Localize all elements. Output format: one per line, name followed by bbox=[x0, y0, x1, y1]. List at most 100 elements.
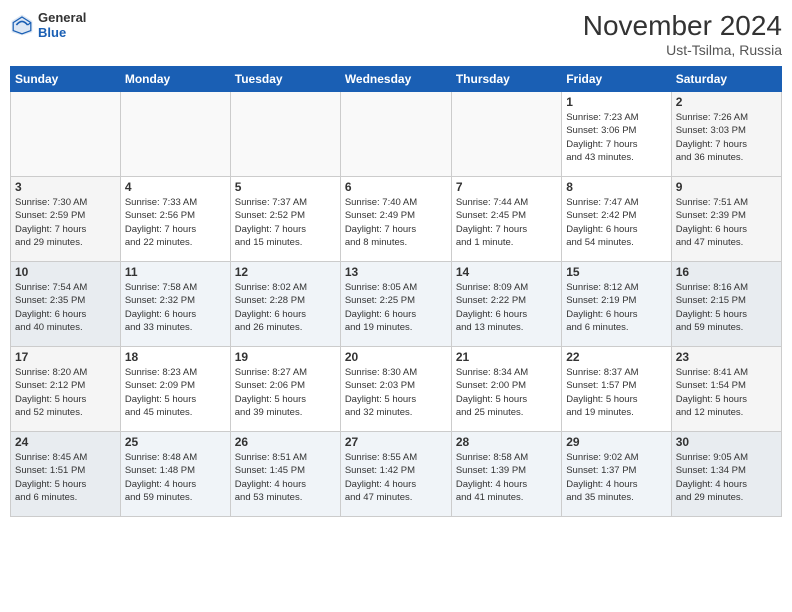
day-number: 30 bbox=[676, 435, 777, 449]
day-number: 14 bbox=[456, 265, 557, 279]
day-number: 24 bbox=[15, 435, 116, 449]
header-friday: Friday bbox=[562, 67, 671, 92]
day-number: 9 bbox=[676, 180, 777, 194]
day-number: 27 bbox=[345, 435, 447, 449]
day-info: Sunrise: 8:34 AM Sunset: 2:00 PM Dayligh… bbox=[456, 366, 557, 419]
calendar-cell-4-5: 29Sunrise: 9:02 AM Sunset: 1:37 PM Dayli… bbox=[562, 432, 671, 517]
calendar-cell-3-4: 21Sunrise: 8:34 AM Sunset: 2:00 PM Dayli… bbox=[451, 347, 561, 432]
day-number: 17 bbox=[15, 350, 116, 364]
day-info: Sunrise: 8:23 AM Sunset: 2:09 PM Dayligh… bbox=[125, 366, 226, 419]
day-info: Sunrise: 8:58 AM Sunset: 1:39 PM Dayligh… bbox=[456, 451, 557, 504]
day-info: Sunrise: 7:33 AM Sunset: 2:56 PM Dayligh… bbox=[125, 196, 226, 249]
calendar-cell-1-1: 4 Sunrise: 7:33 AM Sunset: 2:56 PM Daylig… bbox=[120, 177, 230, 262]
day-info: Sunrise: 7:40 AM Sunset: 2:49 PM Dayligh… bbox=[345, 196, 447, 249]
day-number: 22 bbox=[566, 350, 666, 364]
calendar-cell-2-3: 13 Sunrise: 8:05 AM Sunset: 2:25 PM Dayli… bbox=[340, 262, 451, 347]
day-info: Sunrise: 8:09 AM Sunset: 2:22 PM Dayligh… bbox=[456, 281, 557, 334]
calendar-cell-0-0 bbox=[11, 92, 121, 177]
day-info: Sunrise: 8:37 AM Sunset: 1:57 PM Dayligh… bbox=[566, 366, 666, 419]
day-number: 4 bbox=[125, 180, 226, 194]
day-info: Sunrise: 8:45 AM Sunset: 1:51 PM Dayligh… bbox=[15, 451, 116, 504]
day-number: 7 bbox=[456, 180, 557, 194]
calendar-cell-4-1: 25Sunrise: 8:48 AM Sunset: 1:48 PM Dayli… bbox=[120, 432, 230, 517]
calendar-cell-4-4: 28 Sunrise: 8:58 AM Sunset: 1:39 PM Dayli… bbox=[451, 432, 561, 517]
header-wednesday: Wednesday bbox=[340, 67, 451, 92]
day-info: Sunrise: 7:26 AM Sunset: 3:03 PM Dayligh… bbox=[676, 111, 777, 164]
day-number: 11 bbox=[125, 265, 226, 279]
calendar-row-0: 1 Sunrise: 7:23 AM Sunset: 3:06 PM Daylig… bbox=[11, 92, 782, 177]
calendar-cell-4-3: 27 Sunrise: 8:55 AM Sunset: 1:42 PM Dayli… bbox=[340, 432, 451, 517]
day-info: Sunrise: 8:27 AM Sunset: 2:06 PM Dayligh… bbox=[235, 366, 336, 419]
day-info: Sunrise: 7:30 AM Sunset: 2:59 PM Dayligh… bbox=[15, 196, 116, 249]
calendar-cell-3-3: 20 Sunrise: 8:30 AM Sunset: 2:03 PM Dayli… bbox=[340, 347, 451, 432]
title-section: November 2024 Ust-Tsilma, Russia bbox=[583, 10, 782, 58]
day-info: Sunrise: 8:55 AM Sunset: 1:42 PM Dayligh… bbox=[345, 451, 447, 504]
calendar-cell-0-3 bbox=[340, 92, 451, 177]
day-info: Sunrise: 7:37 AM Sunset: 2:52 PM Dayligh… bbox=[235, 196, 336, 249]
day-number: 26 bbox=[235, 435, 336, 449]
day-info: Sunrise: 7:51 AM Sunset: 2:39 PM Dayligh… bbox=[676, 196, 777, 249]
month-title: November 2024 bbox=[583, 10, 782, 42]
calendar-cell-2-0: 10Sunrise: 7:54 AM Sunset: 2:35 PM Dayli… bbox=[11, 262, 121, 347]
day-info: Sunrise: 9:05 AM Sunset: 1:34 PM Dayligh… bbox=[676, 451, 777, 504]
day-info: Sunrise: 7:44 AM Sunset: 2:45 PM Dayligh… bbox=[456, 196, 557, 249]
calendar-cell-0-2 bbox=[230, 92, 340, 177]
day-number: 8 bbox=[566, 180, 666, 194]
calendar-row-1: 3 Sunrise: 7:30 AM Sunset: 2:59 PM Daylig… bbox=[11, 177, 782, 262]
calendar-row-4: 24 Sunrise: 8:45 AM Sunset: 1:51 PM Dayli… bbox=[11, 432, 782, 517]
day-number: 18 bbox=[125, 350, 226, 364]
location: Ust-Tsilma, Russia bbox=[583, 42, 782, 58]
calendar-cell-3-1: 18 Sunrise: 8:23 AM Sunset: 2:09 PM Dayli… bbox=[120, 347, 230, 432]
calendar-cell-0-4 bbox=[451, 92, 561, 177]
calendar-cell-3-0: 17 Sunrise: 8:20 AM Sunset: 2:12 PM Dayli… bbox=[11, 347, 121, 432]
calendar-cell-1-3: 6 Sunrise: 7:40 AM Sunset: 2:49 PM Daylig… bbox=[340, 177, 451, 262]
calendar-cell-1-2: 5 Sunrise: 7:37 AM Sunset: 2:52 PM Daylig… bbox=[230, 177, 340, 262]
logo-general-text: General bbox=[38, 10, 86, 25]
day-info: Sunrise: 7:23 AM Sunset: 3:06 PM Dayligh… bbox=[566, 111, 666, 164]
calendar-cell-4-6: 30 Sunrise: 9:05 AM Sunset: 1:34 PM Dayli… bbox=[671, 432, 781, 517]
calendar-cell-2-1: 11 Sunrise: 7:58 AM Sunset: 2:32 PM Dayli… bbox=[120, 262, 230, 347]
logo-text: General Blue bbox=[38, 10, 86, 40]
day-info: Sunrise: 8:20 AM Sunset: 2:12 PM Dayligh… bbox=[15, 366, 116, 419]
calendar-cell-0-6: 2 Sunrise: 7:26 AM Sunset: 3:03 PM Daylig… bbox=[671, 92, 781, 177]
day-number: 20 bbox=[345, 350, 447, 364]
day-info: Sunrise: 8:16 AM Sunset: 2:15 PM Dayligh… bbox=[676, 281, 777, 334]
calendar-cell-4-0: 24 Sunrise: 8:45 AM Sunset: 1:51 PM Dayli… bbox=[11, 432, 121, 517]
day-info: Sunrise: 8:30 AM Sunset: 2:03 PM Dayligh… bbox=[345, 366, 447, 419]
logo-blue-text: Blue bbox=[38, 25, 86, 40]
calendar-cell-2-4: 14 Sunrise: 8:09 AM Sunset: 2:22 PM Dayli… bbox=[451, 262, 561, 347]
day-number: 1 bbox=[566, 95, 666, 109]
day-number: 12 bbox=[235, 265, 336, 279]
logo-icon bbox=[10, 13, 34, 37]
calendar-cell-3-6: 23Sunrise: 8:41 AM Sunset: 1:54 PM Dayli… bbox=[671, 347, 781, 432]
calendar-cell-0-1 bbox=[120, 92, 230, 177]
day-number: 6 bbox=[345, 180, 447, 194]
day-info: Sunrise: 8:12 AM Sunset: 2:19 PM Dayligh… bbox=[566, 281, 666, 334]
day-number: 23 bbox=[676, 350, 777, 364]
day-info: Sunrise: 8:48 AM Sunset: 1:48 PM Dayligh… bbox=[125, 451, 226, 504]
header-sunday: Sunday bbox=[11, 67, 121, 92]
logo: General Blue bbox=[10, 10, 86, 40]
day-number: 10 bbox=[15, 265, 116, 279]
day-number: 19 bbox=[235, 350, 336, 364]
calendar-cell-2-5: 15 Sunrise: 8:12 AM Sunset: 2:19 PM Dayli… bbox=[562, 262, 671, 347]
day-number: 16 bbox=[676, 265, 777, 279]
day-number: 5 bbox=[235, 180, 336, 194]
calendar-cell-2-2: 12Sunrise: 8:02 AM Sunset: 2:28 PM Dayli… bbox=[230, 262, 340, 347]
header-saturday: Saturday bbox=[671, 67, 781, 92]
calendar-row-2: 10Sunrise: 7:54 AM Sunset: 2:35 PM Dayli… bbox=[11, 262, 782, 347]
day-info: Sunrise: 7:47 AM Sunset: 2:42 PM Dayligh… bbox=[566, 196, 666, 249]
day-number: 28 bbox=[456, 435, 557, 449]
calendar: Sunday Monday Tuesday Wednesday Thursday… bbox=[10, 66, 782, 517]
day-info: Sunrise: 8:05 AM Sunset: 2:25 PM Dayligh… bbox=[345, 281, 447, 334]
day-number: 13 bbox=[345, 265, 447, 279]
day-number: 2 bbox=[676, 95, 777, 109]
day-info: Sunrise: 7:58 AM Sunset: 2:32 PM Dayligh… bbox=[125, 281, 226, 334]
calendar-cell-0-5: 1 Sunrise: 7:23 AM Sunset: 3:06 PM Daylig… bbox=[562, 92, 671, 177]
calendar-cell-4-2: 26Sunrise: 8:51 AM Sunset: 1:45 PM Dayli… bbox=[230, 432, 340, 517]
calendar-cell-1-6: 9 Sunrise: 7:51 AM Sunset: 2:39 PM Daylig… bbox=[671, 177, 781, 262]
calendar-cell-1-5: 8 Sunrise: 7:47 AM Sunset: 2:42 PM Daylig… bbox=[562, 177, 671, 262]
day-number: 3 bbox=[15, 180, 116, 194]
calendar-cell-1-4: 7 Sunrise: 7:44 AM Sunset: 2:45 PM Daylig… bbox=[451, 177, 561, 262]
day-number: 15 bbox=[566, 265, 666, 279]
